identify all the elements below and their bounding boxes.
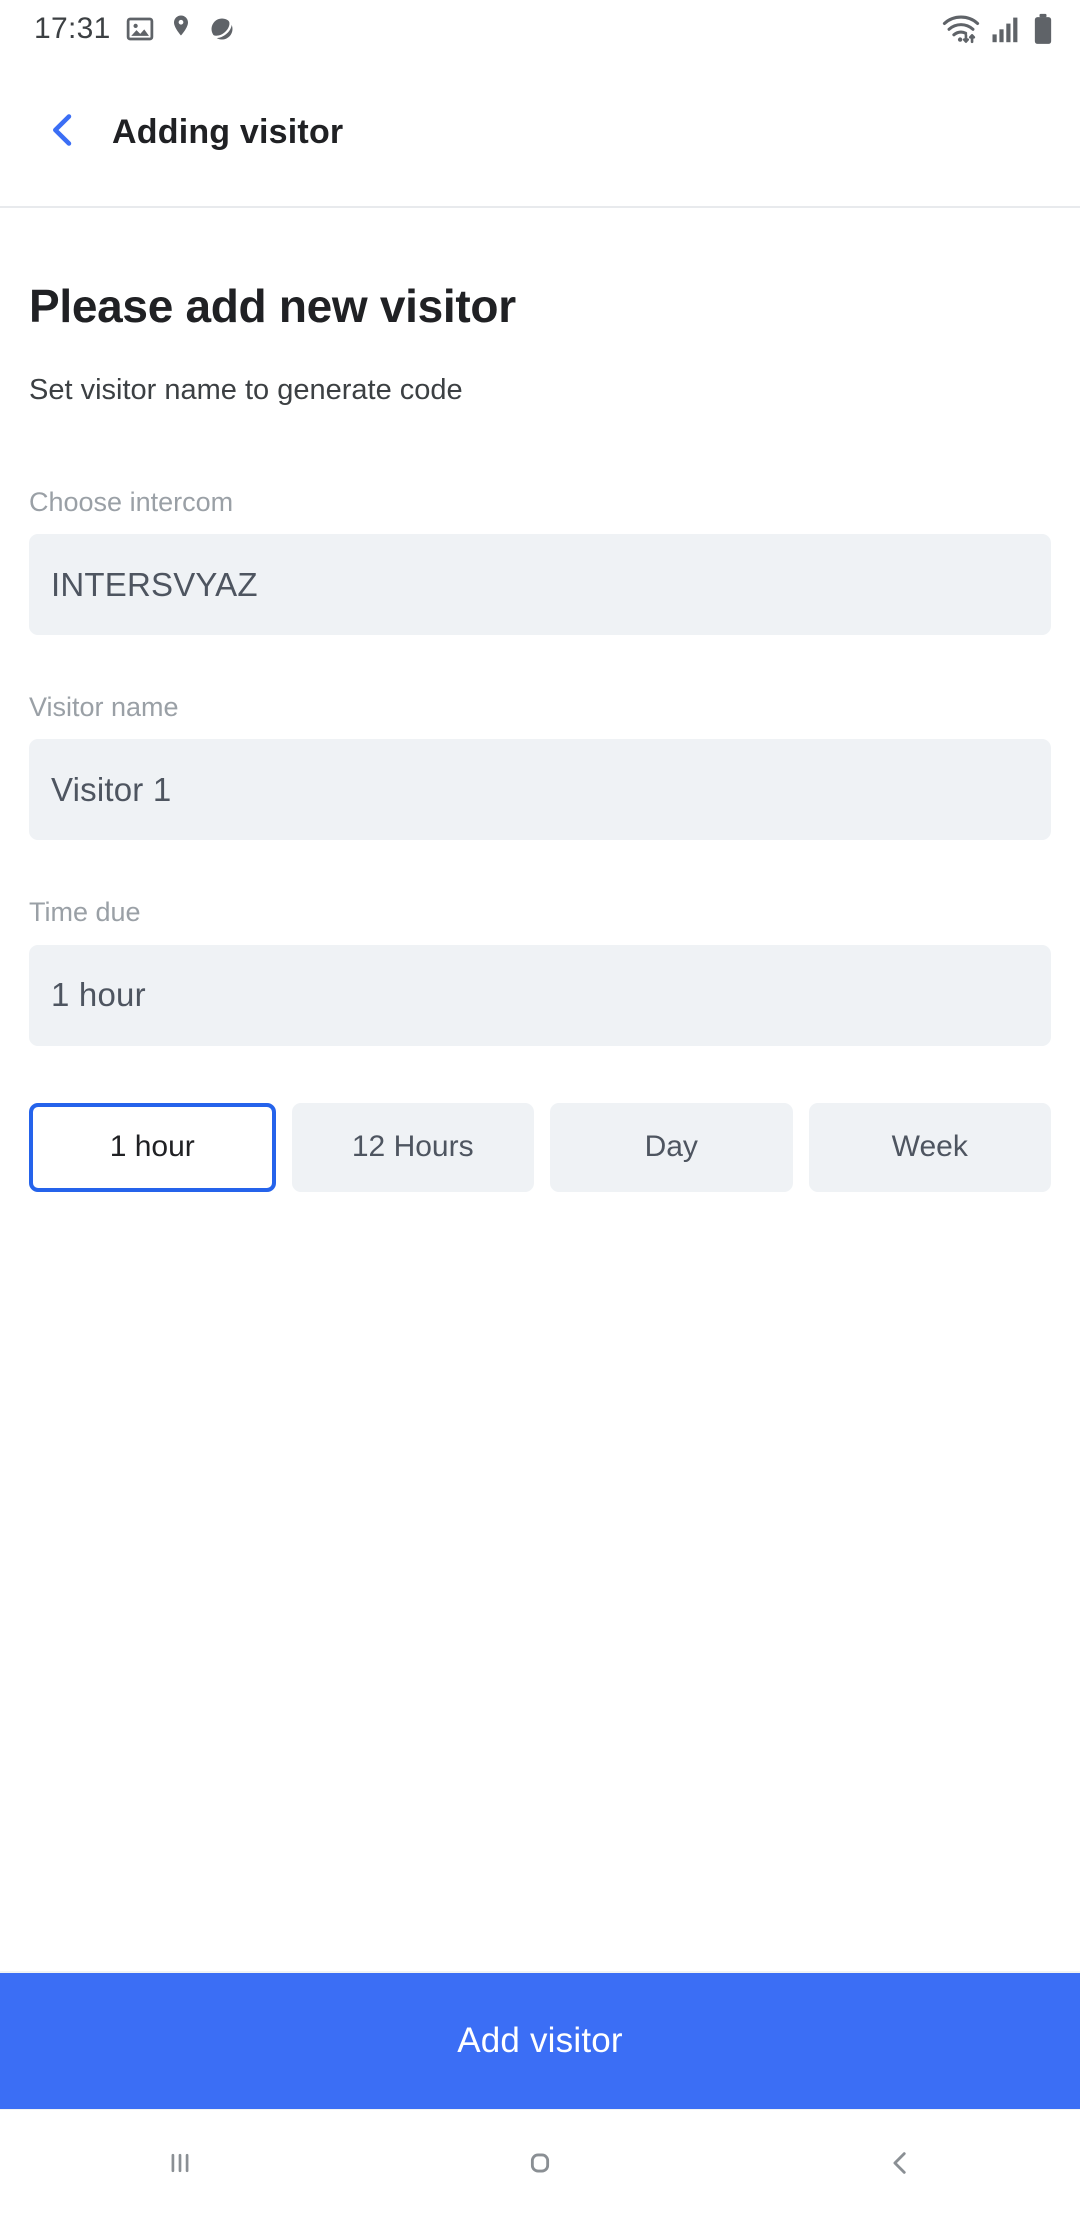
duration-chip-12-hours[interactable]: 12 Hours xyxy=(291,1102,534,1192)
status-bar: 17:31 xyxy=(0,0,1080,58)
heading: Please add new visitor xyxy=(29,280,516,332)
field-group-time-due: Time due 1 hour xyxy=(29,896,1051,1046)
chevron-left-icon xyxy=(42,109,84,156)
duration-chip-1-hour[interactable]: 1 hour xyxy=(29,1102,276,1192)
duration-chip-label: 12 Hours xyxy=(351,1130,474,1164)
back-button[interactable] xyxy=(34,103,92,161)
wifi-icon xyxy=(942,13,980,45)
intercom-select[interactable]: INTERSVYAZ xyxy=(29,534,1051,636)
duration-chip-day[interactable]: Day xyxy=(550,1102,793,1192)
status-bar-clock: 17:31 xyxy=(34,12,111,45)
visitor-name-input[interactable]: Visitor 1 xyxy=(29,739,1051,841)
phone-screen: 17:31 Adding visitor Please add new visi… xyxy=(0,0,1080,2220)
content-area: Please add new visitor Set visitor name … xyxy=(0,208,1080,1971)
location-pin-icon xyxy=(169,14,193,44)
cellular-signal-icon xyxy=(991,14,1021,44)
field-group-visitor-name: Visitor name Visitor 1 xyxy=(29,691,1051,841)
recents-icon xyxy=(163,2146,197,2185)
subheading: Set visitor name to generate code xyxy=(29,373,463,406)
field-group-intercom: Choose intercom INTERSVYAZ xyxy=(29,486,1051,636)
planet-icon xyxy=(207,14,237,44)
app-bar: Adding visitor xyxy=(0,58,1080,208)
time-due-value: 1 hour xyxy=(51,976,146,1014)
photo-icon xyxy=(125,14,155,44)
duration-chip-week[interactable]: Week xyxy=(808,1102,1051,1192)
duration-chip-label: Day xyxy=(644,1130,698,1164)
nav-recents-button[interactable] xyxy=(120,2110,240,2220)
page-title: Adding visitor xyxy=(112,112,344,151)
field-label-time-due: Time due xyxy=(29,897,141,928)
time-due-select[interactable]: 1 hour xyxy=(29,944,1051,1046)
visitor-name-value: Visitor 1 xyxy=(51,770,172,808)
duration-chip-label: 1 hour xyxy=(109,1130,195,1164)
duration-chip-row: 1 hour 12 Hours Day Week xyxy=(29,1102,1051,1192)
nav-back-button[interactable] xyxy=(840,2110,960,2220)
status-bar-right xyxy=(942,13,1054,45)
nav-home-button[interactable] xyxy=(480,2110,600,2220)
status-bar-left: 17:31 xyxy=(34,12,237,46)
back-icon xyxy=(883,2146,917,2185)
field-label-intercom: Choose intercom xyxy=(29,486,234,517)
add-visitor-label: Add visitor xyxy=(457,2021,623,2060)
duration-chip-label: Week xyxy=(891,1130,968,1164)
android-nav-bar xyxy=(0,2109,1080,2220)
add-visitor-button[interactable]: Add visitor xyxy=(0,1971,1080,2109)
intercom-value: INTERSVYAZ xyxy=(51,565,258,603)
home-icon xyxy=(523,2146,557,2185)
field-label-visitor-name: Visitor name xyxy=(29,692,179,723)
battery-icon xyxy=(1032,13,1054,45)
